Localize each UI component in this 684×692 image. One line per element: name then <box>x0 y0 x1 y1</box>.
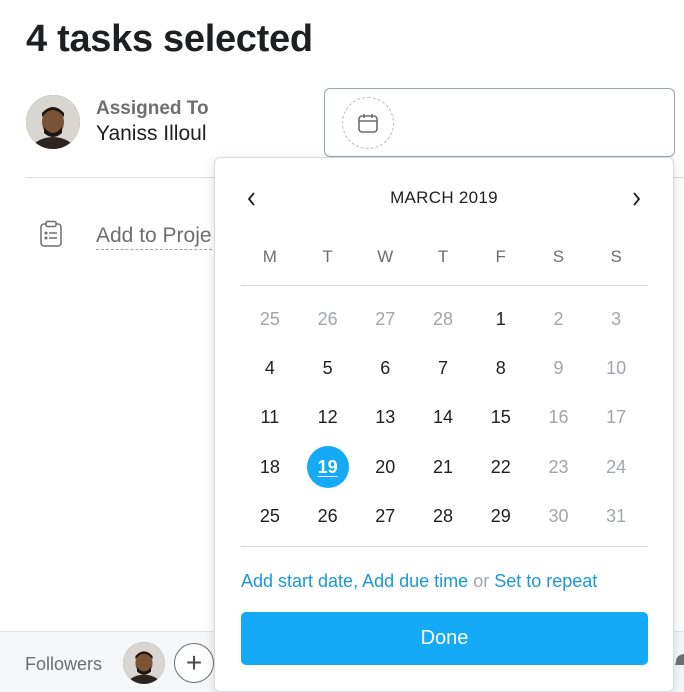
calendar-day[interactable]: 13 <box>356 393 414 442</box>
calendar-day[interactable]: 12 <box>299 393 357 442</box>
calendar-day[interactable]: 28 <box>414 295 472 344</box>
add-follower-button[interactable]: + <box>174 643 214 683</box>
calendar-day[interactable]: 8 <box>472 344 530 393</box>
calendar-day[interactable]: 20 <box>356 443 414 492</box>
add-start-date-link[interactable]: Add start date <box>241 571 353 591</box>
calendar-day[interactable]: 27 <box>356 295 414 344</box>
weekday-label: F <box>495 247 506 266</box>
weekday-label: S <box>552 247 565 266</box>
calendar-grid: 25 26 27 28 1 2 3 4 5 6 7 8 9 10 11 12 13 14 15 16 17 18 19 20 2… <box>241 295 645 541</box>
calendar-week: 11 12 13 14 15 16 17 <box>241 393 645 442</box>
add-to-project-link[interactable]: Add to Proje <box>96 223 212 250</box>
weekday-label: M <box>262 247 277 266</box>
calendar-day[interactable]: 29 <box>472 492 530 541</box>
calendar-day[interactable]: 18 <box>241 443 299 492</box>
calendar-day[interactable]: 24 <box>587 443 645 492</box>
date-picker-header: MARCH 2019 <box>215 184 673 214</box>
calendar-icon <box>342 97 394 149</box>
due-date-field[interactable] <box>324 88 675 157</box>
chevron-right-icon <box>633 192 641 206</box>
followers-label: Followers <box>25 654 103 674</box>
calendar-day[interactable]: 14 <box>414 393 472 442</box>
calendar-day[interactable]: 1 <box>472 295 530 344</box>
calendar-day[interactable]: 2 <box>530 295 588 344</box>
calendar-day[interactable]: 5 <box>299 344 357 393</box>
weekday-label: T <box>322 247 333 266</box>
calendar-day[interactable]: 4 <box>241 344 299 393</box>
set-to-repeat-link[interactable]: Set to repeat <box>494 571 597 591</box>
assignee-label: Assigned To <box>96 98 209 119</box>
add-due-time-link[interactable]: Add due time <box>362 571 468 591</box>
divider <box>241 546 648 547</box>
calendar-day[interactable]: 3 <box>587 295 645 344</box>
done-button[interactable]: Done <box>241 612 648 665</box>
divider <box>241 285 648 286</box>
or-text: or <box>473 571 490 591</box>
selected-day-label: 19 <box>306 446 349 489</box>
bell-icon[interactable] <box>674 650 684 670</box>
calendar-day[interactable]: 25 <box>241 295 299 344</box>
calendar-day[interactable]: 23 <box>530 443 588 492</box>
calendar-day[interactable]: 28 <box>414 492 472 541</box>
next-month-button[interactable] <box>621 184 651 214</box>
calendar-day[interactable]: 7 <box>414 344 472 393</box>
add-to-project-row[interactable]: Add to Proje <box>38 220 212 253</box>
calendar-day[interactable]: 31 <box>587 492 645 541</box>
calendar-day[interactable]: 26 <box>299 492 357 541</box>
calendar-day[interactable]: 21 <box>414 443 472 492</box>
calendar-day[interactable]: 17 <box>587 393 645 442</box>
date-picker: MARCH 2019 M T W T F S S 25 26 27 28 1 2 3 4 5 6 7… <box>214 157 674 692</box>
calendar-day[interactable]: 10 <box>587 344 645 393</box>
calendar-day[interactable]: 22 <box>472 443 530 492</box>
plus-icon: + <box>185 647 203 678</box>
calendar-day[interactable]: 9 <box>530 344 588 393</box>
calendar-day[interactable]: 25 <box>241 492 299 541</box>
calendar-day[interactable]: 27 <box>356 492 414 541</box>
weekday-header: M T W T F S S <box>241 247 645 267</box>
selected-day[interactable]: 19 <box>299 443 357 492</box>
calendar-day[interactable]: 30 <box>530 492 588 541</box>
clipboard-icon <box>38 220 64 253</box>
avatar <box>26 95 80 149</box>
page-title: 4 tasks selected <box>26 18 313 60</box>
calendar-week: 25 26 27 28 1 2 3 <box>241 295 645 344</box>
calendar-day[interactable]: 15 <box>472 393 530 442</box>
weekday-label: T <box>437 247 449 266</box>
assignee-section[interactable]: Assigned To Yaniss Illoul <box>26 95 209 149</box>
calendar-day[interactable]: 26 <box>299 295 357 344</box>
month-label: MARCH 2019 <box>390 188 498 207</box>
calendar-week: 18 19 20 21 22 23 24 <box>241 443 645 492</box>
calendar-week: 4 5 6 7 8 9 10 <box>241 344 645 393</box>
weekday-label: S <box>610 247 622 266</box>
calendar-week: 25 26 27 28 29 30 31 <box>241 492 645 541</box>
comma-separator: , <box>353 571 359 591</box>
calendar-day[interactable]: 11 <box>241 393 299 442</box>
assignee-name: Yaniss Illoul <box>96 122 207 145</box>
date-options: Add start date, Add due time or Set to r… <box>241 571 597 592</box>
follower-avatar[interactable] <box>123 642 165 684</box>
weekday-label: W <box>377 247 394 266</box>
calendar-day[interactable]: 16 <box>530 393 588 442</box>
calendar-day[interactable]: 6 <box>356 344 414 393</box>
